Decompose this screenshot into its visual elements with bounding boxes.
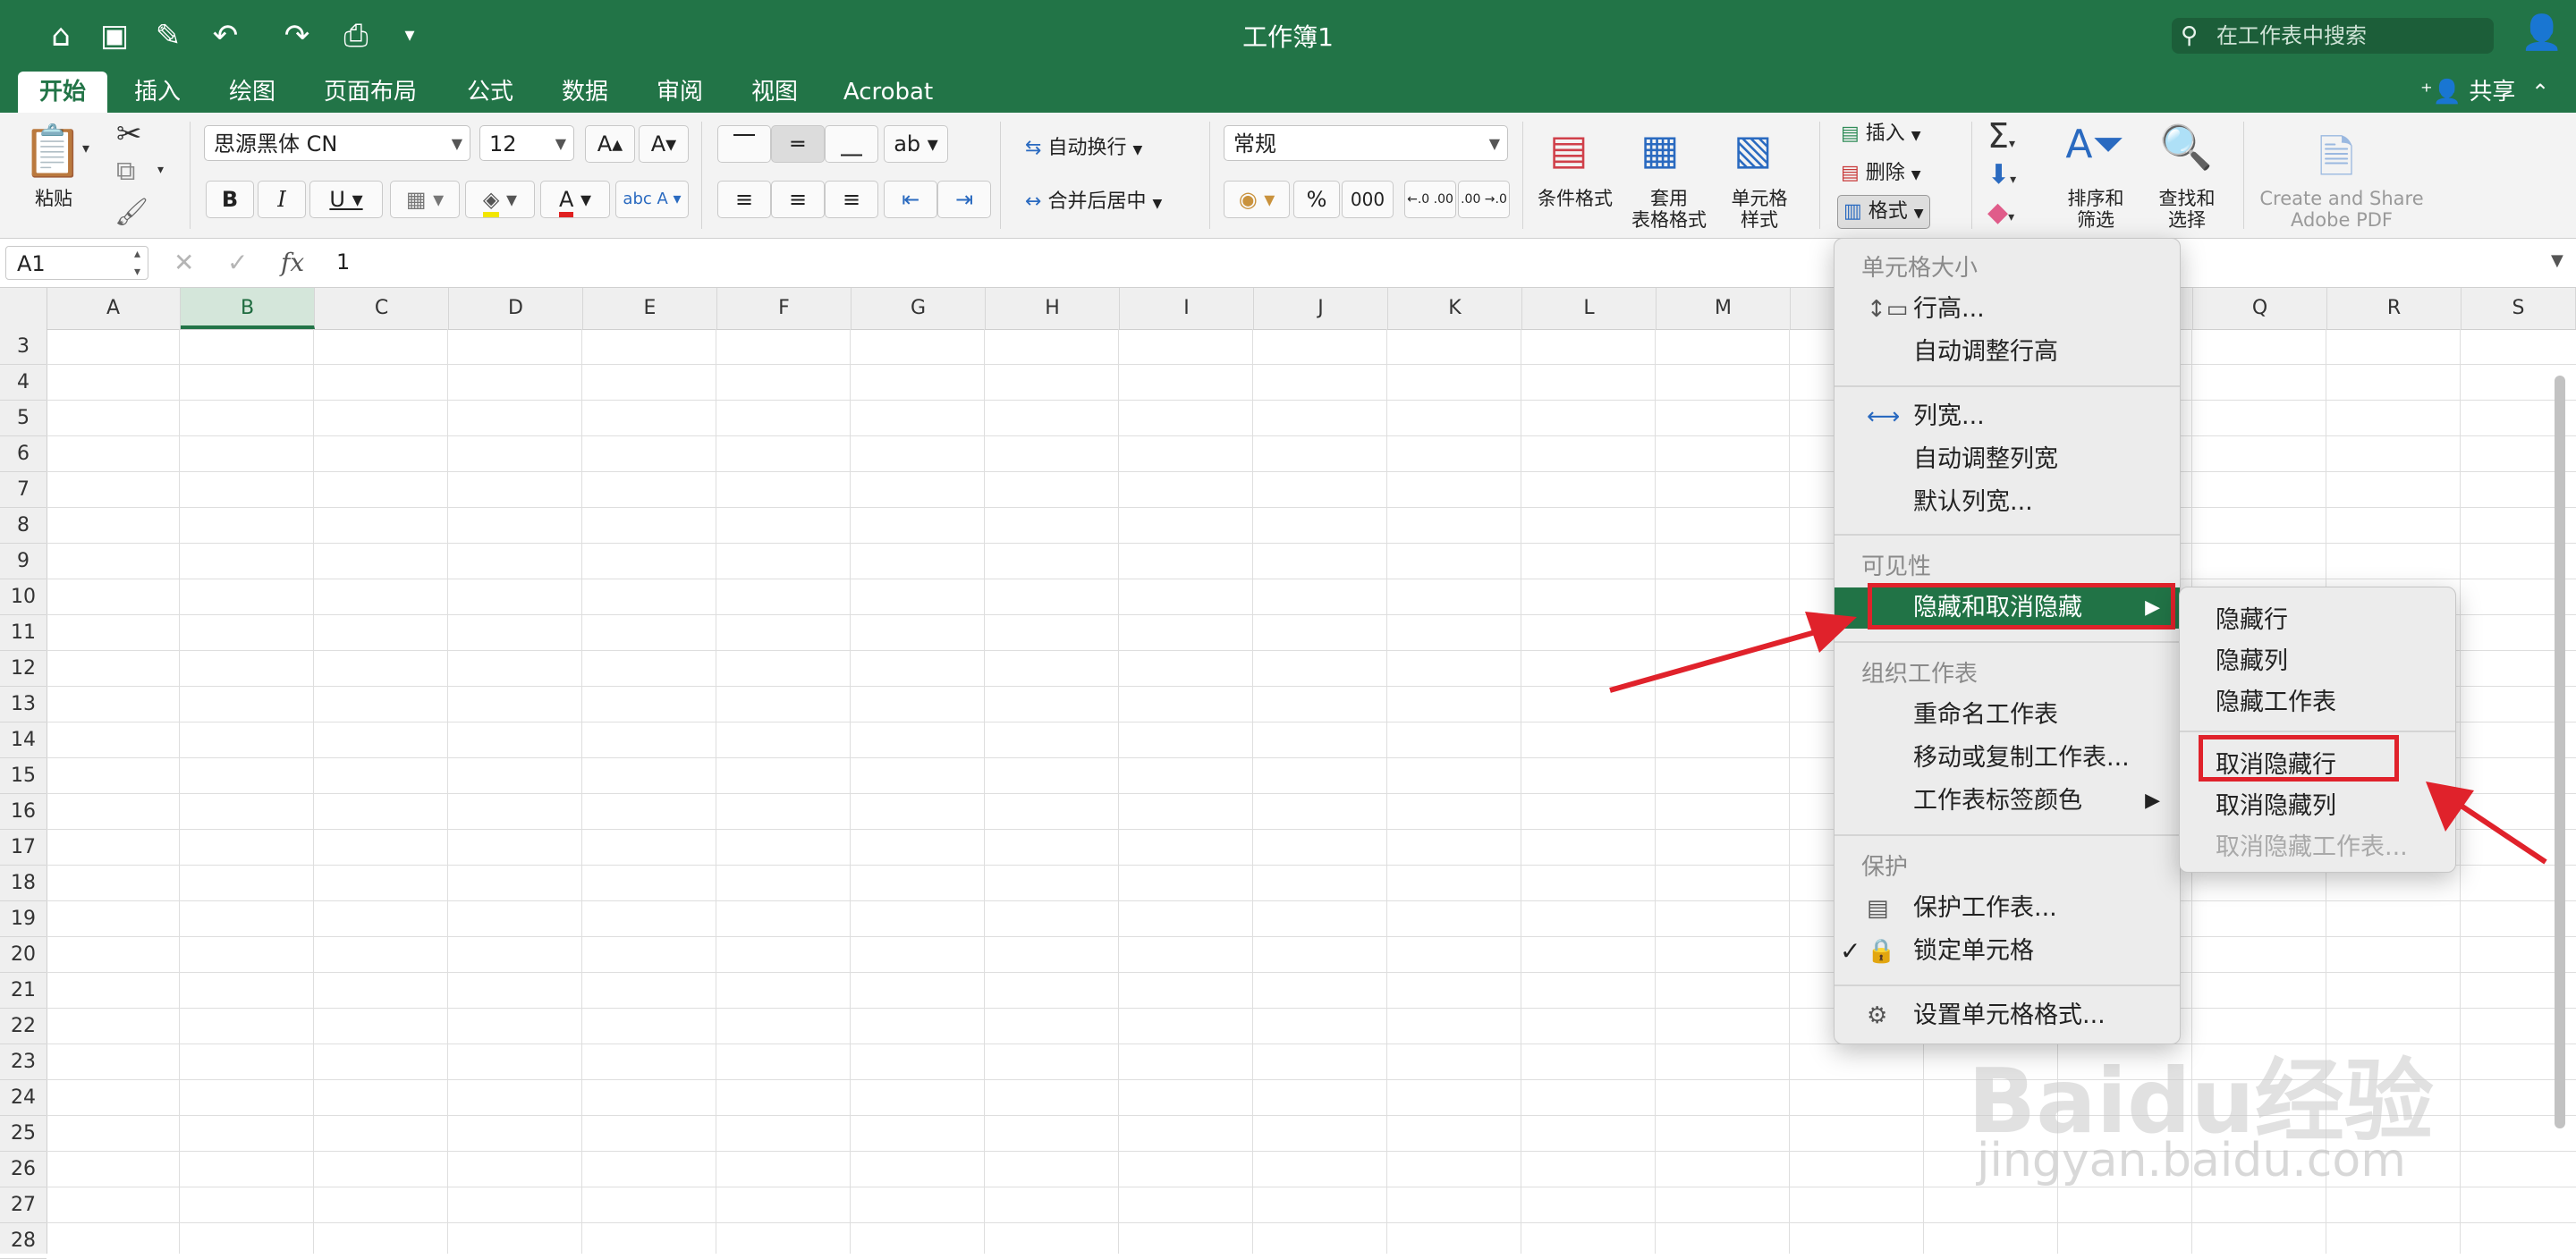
arrow-left (1609, 612, 1857, 693)
arrow-right (2426, 782, 2547, 865)
annotation-arrows (1609, 612, 2547, 865)
